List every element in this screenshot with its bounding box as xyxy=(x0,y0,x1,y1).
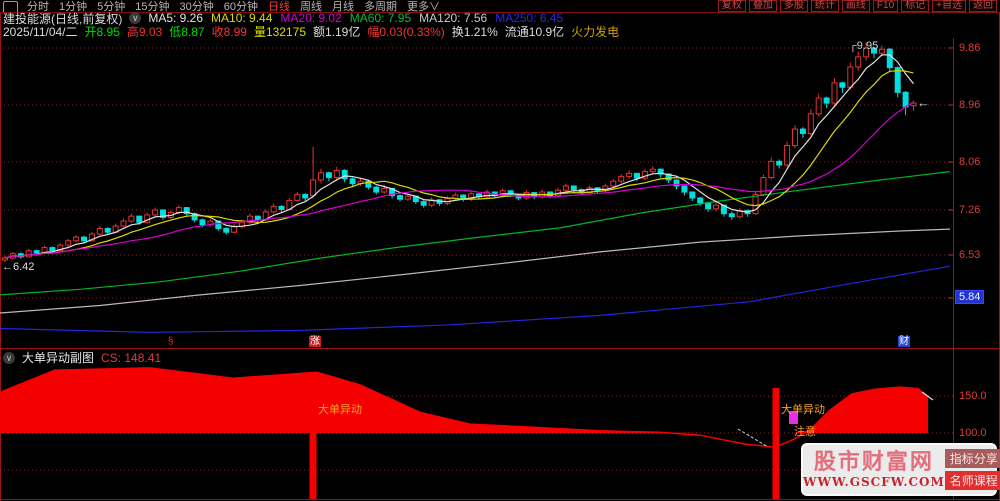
collapse-chevron-icon[interactable]: ∨ xyxy=(3,351,15,364)
toolbar-button-复权[interactable]: 复权 xyxy=(717,0,746,12)
chart-canvas xyxy=(0,0,1000,501)
ohlc-item: 火力发电 xyxy=(571,24,620,39)
ohlc-item: 幅0.03(0.33%) xyxy=(367,24,445,39)
price-axis-label: 8.06 xyxy=(959,156,981,168)
watermark-title: 股市财富网 xyxy=(813,449,934,475)
watermark-url: WWW.GSCFW.COM xyxy=(803,475,945,489)
signal-label: 大单异动 xyxy=(781,404,825,416)
toolbar-button-+自选[interactable]: +自选 xyxy=(932,0,966,12)
price-axis-label: 5.84 xyxy=(955,290,985,304)
low-price-marker: ←6.42 xyxy=(2,261,35,273)
signal-label: 大单异动 xyxy=(318,404,362,416)
ohlc-item: 流通10.9亿 xyxy=(504,24,565,39)
ohlc-item: 收8.99 xyxy=(211,24,247,39)
signal-label: 注意 xyxy=(794,426,816,438)
watermark-badges: 指标分享 名师课程 xyxy=(944,449,1000,490)
price-axis-label: 6.53 xyxy=(959,249,981,261)
price-axis-label: 8.96 xyxy=(959,99,981,111)
price-axis-label: 7.26 xyxy=(959,204,981,216)
ohlc-item: 高9.03 xyxy=(126,24,163,39)
toolbar-button-标记[interactable]: 标记 xyxy=(901,0,930,12)
ohlc-item: 量132175 xyxy=(253,24,306,39)
sub-panel-title[interactable]: 大单异动副图 xyxy=(22,349,94,366)
event-marker[interactable]: § xyxy=(168,336,174,347)
toolbar-button-F10[interactable]: F10 xyxy=(872,0,899,12)
sub-panel-header: ∨ 大单异动副图 CS: 148.41 xyxy=(3,349,162,366)
toolbar-button-叠加[interactable]: 叠加 xyxy=(748,0,777,12)
toolbar-button-画线[interactable]: 画线 xyxy=(841,0,870,12)
sub-panel-value: CS: 148.41 xyxy=(101,350,162,365)
toolbar-button-返回[interactable]: 返回 xyxy=(969,0,997,12)
event-marker[interactable]: 涨 xyxy=(309,336,321,347)
indicator-axis-label: 100.0 xyxy=(959,427,987,439)
ohlc-item: 换1.21% xyxy=(451,24,498,39)
watermark-card: 股市财富网 WWW.GSCFW.COM 指标分享名师课程 xyxy=(801,443,1000,496)
toolbar-buttons: 复权 叠加 多股 统计 画线 F10 标记 +自选 返回 xyxy=(717,0,997,12)
watermark-badge: 名师课程 xyxy=(944,471,1000,490)
event-marker[interactable]: 财 xyxy=(898,336,910,347)
ohlc-item: 开8.95 xyxy=(84,24,120,39)
ohlc-item: 低8.87 xyxy=(169,24,205,39)
high-price-marker: ┌9.95 xyxy=(849,40,879,52)
toolbar-button-统计[interactable]: 统计 xyxy=(810,0,839,12)
watermark-badge: 指标分享 xyxy=(944,449,1000,468)
toolbar-button-多股[interactable]: 多股 xyxy=(779,0,808,12)
ohlc-item: 额1.19亿 xyxy=(313,24,361,39)
ohlc-item: 2025/11/04/二 xyxy=(3,24,78,39)
trading-app-window: 分时 1分钟 5分钟 15分钟 30分钟 60分钟 日线 周线 月线 多周期 更多∨ 复权 叠加 多股统… xyxy=(0,0,1000,501)
ohlc-info-row: 2025/11/04/二 开8.95 高9.03 低8.87 收8.99 量132175 额… xyxy=(3,24,620,39)
price-axis-label: 9.86 xyxy=(959,42,981,54)
current-price-arrow-icon: ← xyxy=(917,95,930,110)
indicator-axis-label: 150.0 xyxy=(959,390,987,402)
